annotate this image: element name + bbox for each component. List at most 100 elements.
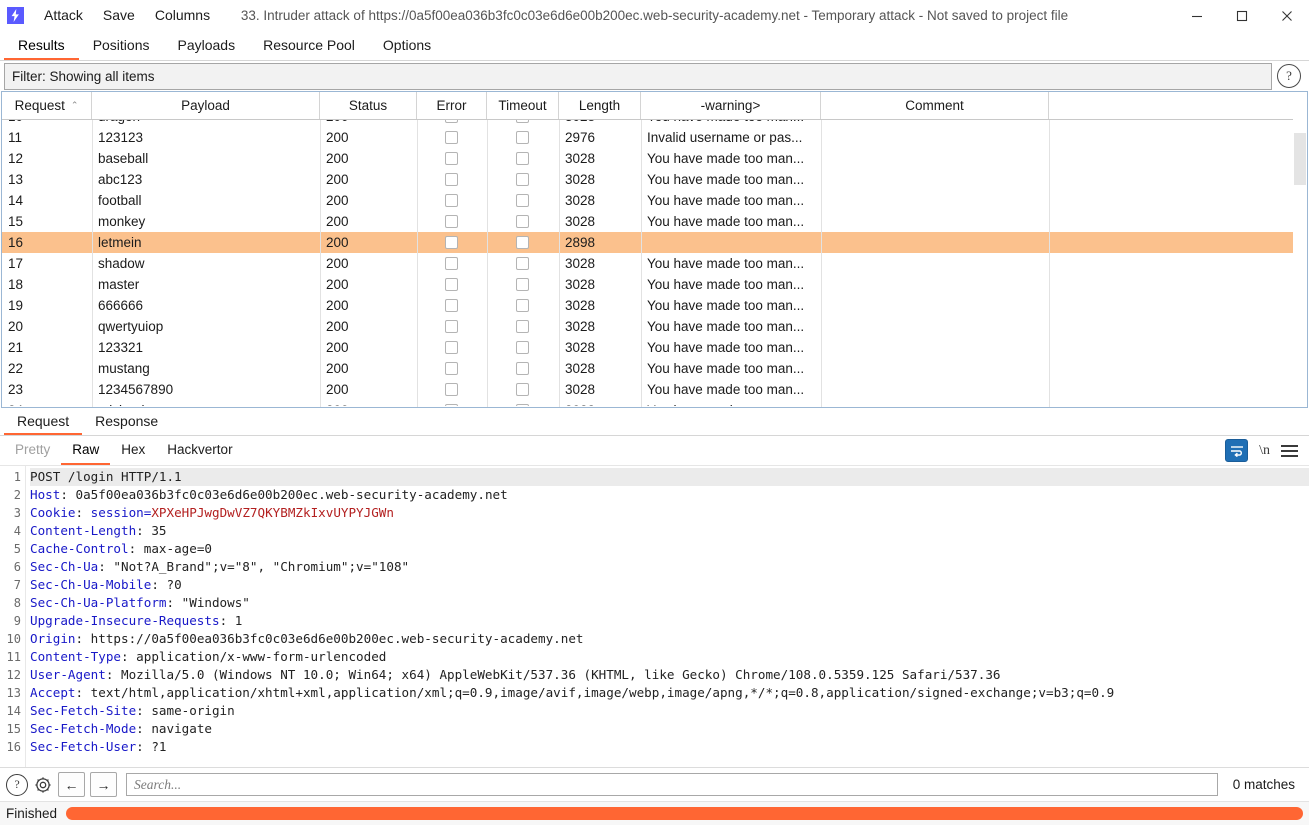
search-next-button[interactable]: → — [90, 772, 117, 797]
error-checkbox[interactable] — [445, 131, 458, 144]
column-header-error[interactable]: Error — [417, 92, 487, 119]
request-token: Host — [30, 487, 61, 502]
error-checkbox[interactable] — [445, 383, 458, 396]
search-input[interactable] — [126, 773, 1218, 796]
timeout-checkbox[interactable] — [516, 131, 529, 144]
table-row[interactable]: 19 666666 200 3028 You have made too man... — [2, 295, 1307, 316]
cell-warning: You have made too man... — [647, 193, 805, 208]
table-row[interactable]: 23 1234567890 200 3028 You have made too man… — [2, 379, 1307, 400]
request-token: POST /login HTTP/1.1 — [30, 469, 182, 484]
timeout-checkbox[interactable] — [516, 278, 529, 291]
tab-options[interactable]: Options — [369, 32, 445, 60]
error-checkbox[interactable] — [445, 320, 458, 333]
error-checkbox[interactable] — [445, 404, 458, 406]
table-row[interactable]: 18 master 200 3028 You have made too man... — [2, 274, 1307, 295]
newline-icon[interactable]: \n — [1259, 443, 1270, 459]
column-header-comment[interactable]: Comment — [821, 92, 1049, 119]
table-row-partial-top[interactable]: 10dragon200 3028You have made too man... — [2, 120, 1307, 127]
timeout-checkbox[interactable] — [516, 299, 529, 312]
table-row[interactable]: 21 123321 200 3028 You have made too man... — [2, 337, 1307, 358]
column-header-timeout[interactable]: Timeout — [487, 92, 559, 119]
close-button[interactable] — [1264, 0, 1309, 31]
column-header--warning-[interactable]: -warning> — [641, 92, 821, 119]
error-checkbox[interactable] — [445, 257, 458, 270]
column-header-payload[interactable]: Payload — [92, 92, 320, 119]
table-row[interactable]: 20 qwertyuiop 200 3028 You have made too man… — [2, 316, 1307, 337]
table-row[interactable]: 10dragon200 3028You have made too man... — [2, 120, 1307, 127]
timeout-checkbox[interactable] — [516, 215, 529, 228]
menu-columns[interactable]: Columns — [145, 4, 220, 27]
timeout-checkbox[interactable] — [516, 152, 529, 165]
maximize-button[interactable] — [1219, 0, 1264, 31]
timeout-checkbox[interactable] — [516, 236, 529, 249]
request-token: session= — [90, 505, 152, 520]
timeout-checkbox[interactable] — [516, 194, 529, 207]
table-row[interactable]: 14 football 200 3028 You have made too man..… — [2, 190, 1307, 211]
error-checkbox[interactable] — [445, 236, 458, 249]
table-row[interactable]: 13 abc123 200 3028 You have made too man... — [2, 169, 1307, 190]
line-number: 3 — [13, 506, 21, 520]
table-row[interactable]: 11 123123 200 2976 Invalid username or pas..… — [2, 127, 1307, 148]
column-header-length[interactable]: Length — [559, 92, 641, 119]
request-raw-text[interactable]: POST /login HTTP/1.1 Host: 0a5f00ea036b3f… — [26, 466, 1309, 767]
tab-hex[interactable]: Hex — [110, 436, 156, 465]
tab-response[interactable]: Response — [82, 408, 171, 435]
error-checkbox[interactable] — [445, 152, 458, 165]
cell-payload: abc123 — [98, 172, 143, 187]
question-mark-icon[interactable]: ? — [6, 773, 28, 796]
column-header-blank[interactable] — [1049, 92, 1277, 119]
error-checkbox[interactable] — [445, 362, 458, 375]
scrollbar-thumb[interactable] — [1294, 133, 1306, 185]
tab-hackvertor[interactable]: Hackvertor — [156, 436, 243, 465]
tab-resource-pool[interactable]: Resource Pool — [249, 32, 369, 60]
tab-raw[interactable]: Raw — [61, 436, 111, 465]
timeout-checkbox[interactable] — [516, 404, 529, 406]
timeout-checkbox[interactable] — [516, 320, 529, 333]
error-checkbox[interactable] — [445, 194, 458, 207]
hamburger-menu-icon[interactable] — [1281, 444, 1298, 457]
timeout-checkbox[interactable] — [516, 257, 529, 270]
tab-positions[interactable]: Positions — [79, 32, 164, 60]
column-header-label: Timeout — [498, 98, 547, 113]
table-row[interactable]: 24michael200 3028You have made too man... — [2, 400, 1307, 406]
timeout-checkbox[interactable] — [516, 362, 529, 375]
error-checkbox[interactable] — [445, 278, 458, 291]
tab-payloads[interactable]: Payloads — [164, 32, 250, 60]
table-row[interactable]: 12 baseball 200 3028 You have made too man..… — [2, 148, 1307, 169]
timeout-checkbox[interactable] — [516, 341, 529, 354]
timeout-checkbox[interactable] — [516, 383, 529, 396]
table-row[interactable]: 22 mustang 200 3028 You have made too man... — [2, 358, 1307, 379]
menu-attack[interactable]: Attack — [34, 4, 93, 27]
word-wrap-icon[interactable] — [1225, 439, 1249, 462]
table-row-partial-bottom[interactable]: 24michael200 3028You have made too man... — [2, 400, 1307, 406]
error-checkbox[interactable] — [445, 173, 458, 186]
error-checkbox[interactable] — [445, 299, 458, 312]
search-prev-button[interactable]: ← — [58, 772, 85, 797]
column-header-label: Request — [14, 98, 65, 113]
error-checkbox[interactable] — [445, 120, 458, 123]
column-header-status[interactable]: Status — [320, 92, 417, 119]
column-header-request[interactable]: Request ⌃ — [2, 92, 92, 119]
gear-icon[interactable] — [33, 775, 53, 795]
filter-bar[interactable]: Filter: Showing all items — [4, 62, 1272, 90]
column-header-label: -warning> — [700, 98, 761, 113]
error-checkbox[interactable] — [445, 215, 458, 228]
timeout-checkbox[interactable] — [516, 120, 529, 123]
request-token: : text/html,application/xhtml+xml,applic… — [75, 685, 1115, 700]
table-row[interactable]: 15 monkey 200 3028 You have made too man... — [2, 211, 1307, 232]
request-token: : ?0 — [151, 577, 182, 592]
error-checkbox[interactable] — [445, 341, 458, 354]
tab-pretty[interactable]: Pretty — [4, 436, 61, 465]
table-row[interactable]: 16 letmein 200 2898 — [2, 232, 1307, 253]
menu-save[interactable]: Save — [93, 4, 145, 27]
column-header-label: Status — [348, 98, 388, 113]
request-token: Sec-Ch-Ua-Mobile — [30, 577, 152, 592]
question-mark-icon[interactable]: ? — [1277, 64, 1301, 88]
tab-request[interactable]: Request — [4, 408, 83, 435]
tab-results[interactable]: Results — [4, 32, 79, 60]
minimize-button[interactable] — [1174, 0, 1219, 31]
table-row[interactable]: 17 shadow 200 3028 You have made too man... — [2, 253, 1307, 274]
request-editor[interactable]: 1 2 3 4 5 6 7 8 9 10 11 12 13 14 15 16 POST /login HTTP… — [0, 465, 1309, 767]
table-vertical-scrollbar[interactable] — [1293, 119, 1307, 407]
timeout-checkbox[interactable] — [516, 173, 529, 186]
